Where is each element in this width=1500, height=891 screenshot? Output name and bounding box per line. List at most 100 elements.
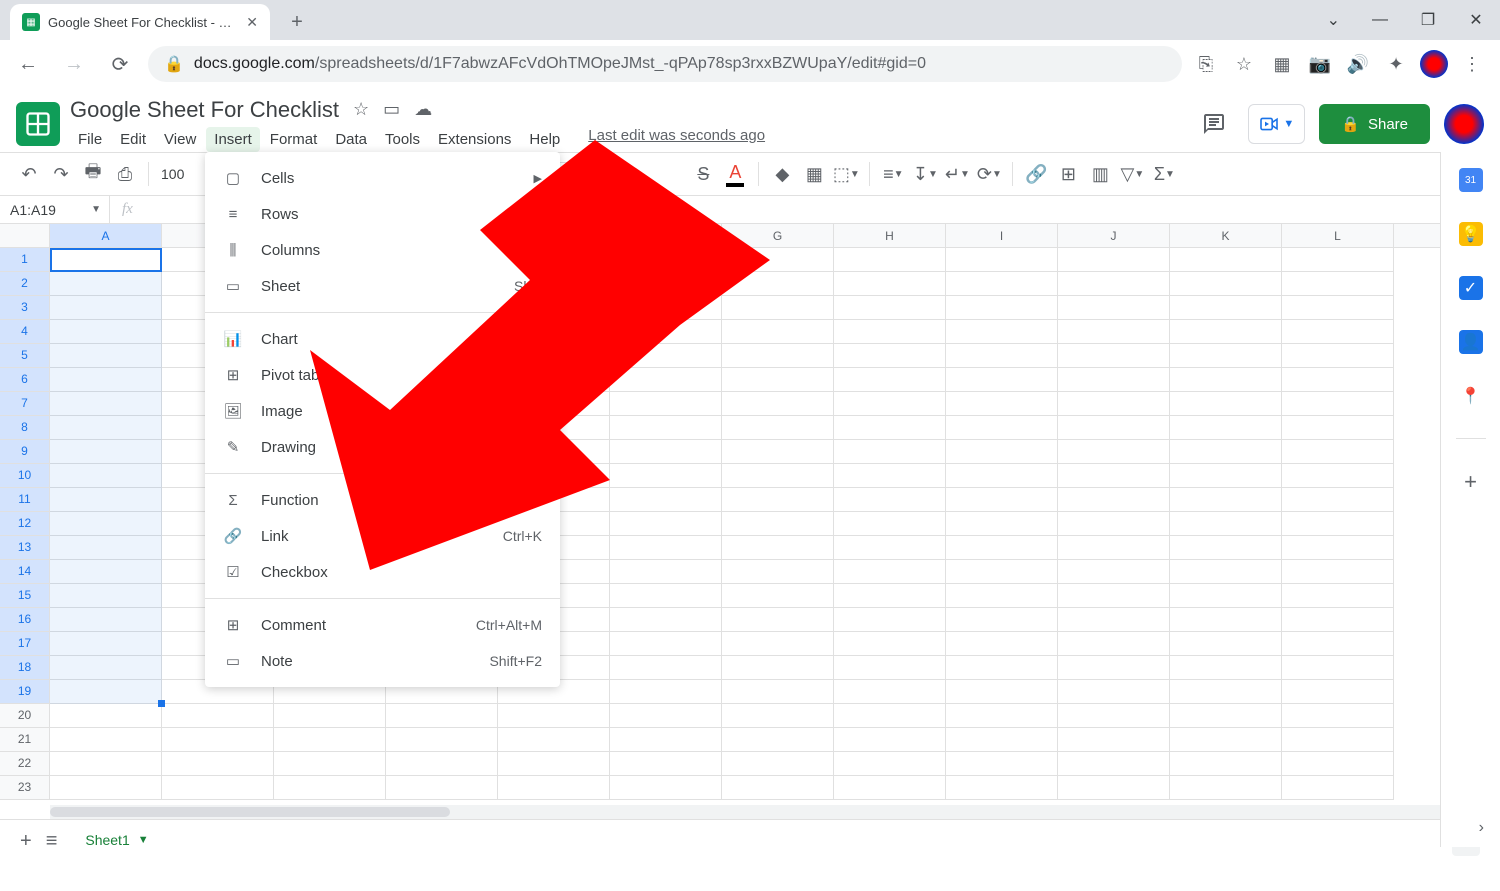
column-header[interactable]: I xyxy=(946,224,1058,247)
collapse-sidepanel-icon[interactable]: › xyxy=(1479,819,1484,837)
cell[interactable] xyxy=(1058,752,1170,776)
cell[interactable] xyxy=(722,752,834,776)
cell[interactable] xyxy=(610,584,722,608)
vertical-align-button[interactable]: ↧ ▼ xyxy=(910,159,940,189)
cell[interactable] xyxy=(1058,632,1170,656)
cell[interactable] xyxy=(834,320,946,344)
cell[interactable] xyxy=(610,392,722,416)
cell[interactable] xyxy=(1170,488,1282,512)
insert-menu-cells[interactable]: ▢Cells▶ xyxy=(205,160,560,196)
cell[interactable] xyxy=(1282,392,1394,416)
share-button[interactable]: 🔒 Share xyxy=(1319,104,1430,144)
cell[interactable] xyxy=(610,560,722,584)
cell[interactable] xyxy=(1170,392,1282,416)
cell[interactable] xyxy=(722,440,834,464)
zoom-selector[interactable]: 100 xyxy=(157,166,188,182)
cell[interactable] xyxy=(1058,248,1170,272)
cell[interactable] xyxy=(162,776,274,800)
cell[interactable] xyxy=(722,536,834,560)
cell[interactable] xyxy=(834,608,946,632)
tasks-icon[interactable]: ✓ xyxy=(1459,276,1483,300)
row-header[interactable]: 1 xyxy=(0,248,49,272)
print-button[interactable]: 🖶 xyxy=(78,159,108,189)
cell[interactable] xyxy=(946,440,1058,464)
install-app-icon[interactable]: ⎘ xyxy=(1192,50,1220,78)
cell[interactable] xyxy=(1170,656,1282,680)
column-header[interactable]: J xyxy=(1058,224,1170,247)
cell[interactable] xyxy=(834,488,946,512)
cell[interactable] xyxy=(50,728,162,752)
cell[interactable] xyxy=(1170,320,1282,344)
add-ons-button[interactable]: + xyxy=(1464,469,1477,495)
cell[interactable] xyxy=(722,296,834,320)
url-bar[interactable]: 🔒 docs.google.com/spreadsheets/d/1F7abwz… xyxy=(148,46,1182,82)
sheets-logo[interactable] xyxy=(16,102,60,146)
insert-comment-button[interactable]: ⊞ xyxy=(1053,159,1083,189)
cell[interactable] xyxy=(1170,416,1282,440)
cell[interactable] xyxy=(946,392,1058,416)
comment-history-button[interactable] xyxy=(1194,104,1234,144)
cell[interactable] xyxy=(610,680,722,704)
cell[interactable] xyxy=(610,272,722,296)
cell[interactable] xyxy=(722,656,834,680)
cell[interactable] xyxy=(1282,464,1394,488)
undo-button[interactable]: ↶ xyxy=(14,159,44,189)
cell[interactable] xyxy=(1170,704,1282,728)
cell[interactable] xyxy=(1170,464,1282,488)
cell[interactable] xyxy=(834,776,946,800)
row-header[interactable]: 7 xyxy=(0,392,49,416)
cell[interactable] xyxy=(386,704,498,728)
cell[interactable] xyxy=(610,776,722,800)
new-tab-button[interactable]: + xyxy=(282,7,312,37)
cell[interactable] xyxy=(386,776,498,800)
cell[interactable] xyxy=(498,752,610,776)
cell[interactable] xyxy=(1170,536,1282,560)
column-header[interactable]: A xyxy=(50,224,162,247)
cell[interactable] xyxy=(1282,704,1394,728)
cell[interactable] xyxy=(1058,296,1170,320)
cell[interactable] xyxy=(610,248,722,272)
cell[interactable] xyxy=(834,728,946,752)
insert-menu-sheet[interactable]: ▭SheetShift xyxy=(205,268,560,304)
fill-color-button[interactable]: ◆ xyxy=(767,159,797,189)
cell[interactable] xyxy=(1058,728,1170,752)
cell[interactable] xyxy=(1170,560,1282,584)
cell[interactable] xyxy=(834,368,946,392)
cell[interactable] xyxy=(1282,728,1394,752)
cell[interactable] xyxy=(1058,488,1170,512)
insert-menu-pivot-table[interactable]: ⊞Pivot table xyxy=(205,357,560,393)
last-edit-link[interactable]: Last edit was seconds ago xyxy=(588,127,765,152)
row-header[interactable]: 5 xyxy=(0,344,49,368)
cell[interactable] xyxy=(1170,608,1282,632)
insert-menu-link[interactable]: 🔗LinkCtrl+K xyxy=(205,518,560,554)
cell[interactable] xyxy=(498,704,610,728)
cell[interactable] xyxy=(722,392,834,416)
row-header[interactable]: 12 xyxy=(0,512,49,536)
row-header[interactable]: 17 xyxy=(0,632,49,656)
close-tab-icon[interactable]: ✕ xyxy=(246,14,258,31)
menu-format[interactable]: Format xyxy=(262,127,326,152)
cell[interactable] xyxy=(722,584,834,608)
cell[interactable] xyxy=(834,632,946,656)
cell[interactable] xyxy=(1058,704,1170,728)
cell[interactable] xyxy=(1058,344,1170,368)
cell[interactable] xyxy=(946,320,1058,344)
cell[interactable] xyxy=(946,368,1058,392)
doc-title[interactable]: Google Sheet For Checklist xyxy=(70,97,339,123)
cell[interactable] xyxy=(1058,320,1170,344)
insert-menu-checkbox[interactable]: ☑Checkbox xyxy=(205,554,560,590)
cell[interactable] xyxy=(1058,512,1170,536)
cell[interactable] xyxy=(1282,512,1394,536)
cell[interactable] xyxy=(610,656,722,680)
cell[interactable] xyxy=(1282,344,1394,368)
cell[interactable] xyxy=(1282,416,1394,440)
row-header[interactable]: 18 xyxy=(0,656,49,680)
meet-present-button[interactable]: ▼ xyxy=(1248,104,1305,144)
cell[interactable] xyxy=(1282,656,1394,680)
cell[interactable] xyxy=(162,752,274,776)
merge-cells-button[interactable]: ⬚ ▼ xyxy=(831,159,861,189)
cell[interactable] xyxy=(834,536,946,560)
cell[interactable] xyxy=(834,416,946,440)
row-header[interactable]: 9 xyxy=(0,440,49,464)
cell[interactable] xyxy=(498,776,610,800)
